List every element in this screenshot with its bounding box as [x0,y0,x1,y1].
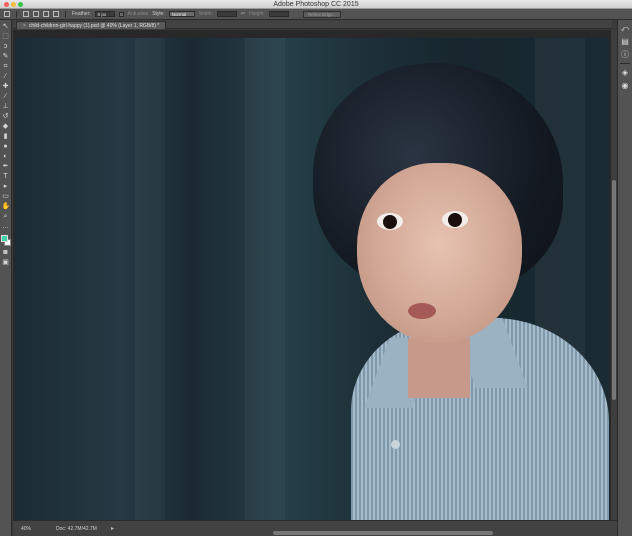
subtract-selection-icon[interactable] [43,11,49,17]
blur-tool-icon[interactable]: ● [2,143,10,151]
info-panel-icon[interactable]: ⓘ [621,50,630,59]
move-tool-icon[interactable]: ↖ [2,23,10,31]
eraser-tool-icon[interactable]: ◆ [2,123,10,131]
style-select[interactable]: Normal [168,11,195,17]
new-selection-icon[interactable] [23,11,29,17]
child-neck [408,338,470,398]
close-tab-icon[interactable]: × [23,22,26,30]
layers-panel-icon[interactable]: ◈ [621,68,630,77]
clone-stamp-icon[interactable]: ⊥ [2,103,10,111]
refine-edge-button[interactable]: Refine Edge... [302,10,342,18]
dodge-tool-icon[interactable]: ◐ [2,153,10,161]
foreground-color-swatch[interactable] [0,235,8,242]
document-tab[interactable]: × child-children-girl-happy (1).psd @ 40%… [16,21,167,30]
intersect-selection-icon[interactable] [53,11,59,17]
tools-panel: ↖ ⬚ ↄ ✎ ⌗ ⁄ ✚ ∕ ⊥ ↺ ◆ ▮ ● ◐ ✒ T ▸ ▭ ✋ ⌕ … [0,20,12,536]
hand-tool-icon[interactable]: ✋ [2,203,11,211]
zoom-tool-icon[interactable]: ⌕ [2,213,10,221]
swap-dimensions-icon[interactable]: ⇄ [241,11,245,17]
minimize-window-button[interactable] [11,2,16,7]
more-tools-icon[interactable]: … [2,223,10,231]
maximize-window-button[interactable] [18,2,23,7]
path-select-icon[interactable]: ▸ [2,183,10,191]
crop-tool-icon[interactable]: ⌗ [2,63,10,71]
child-mouth [408,303,436,319]
shirt-button [391,440,400,449]
height-label: Height: [249,11,265,17]
channels-panel-icon[interactable]: ◉ [621,81,630,90]
divider [16,10,17,18]
width-label: Width: [198,11,213,17]
panel-dock: ⤺ ▤ ⓘ ◈ ◉ [617,20,632,536]
screen-mode-icon[interactable]: ▣ [2,259,10,267]
add-selection-icon[interactable] [33,11,39,17]
options-bar: Feather: 0 px Anti-alias Style: Normal W… [0,9,632,20]
document-info: Doc: 42.7M/42.7M [56,526,97,532]
feather-input[interactable]: 0 px [94,11,115,17]
lasso-tool-icon[interactable]: ↄ [2,43,10,51]
close-window-button[interactable] [4,2,9,7]
healing-brush-icon[interactable]: ✚ [2,83,10,91]
divider [620,63,630,64]
feather-label: Feather: [72,11,91,17]
vertical-scrollbar-thumb[interactable] [612,180,616,400]
background-plank [245,38,285,520]
anti-alias-label: Anti-alias [127,11,149,17]
window-title: Adobe Photoshop CC 2015 [273,1,359,8]
child-face [357,163,522,343]
quick-mask-icon[interactable]: ◙ [2,249,10,257]
properties-panel-icon[interactable]: ▤ [621,37,630,46]
style-label: Style: [152,11,165,17]
width-input[interactable] [216,11,237,17]
gradient-tool-icon[interactable]: ▮ [2,133,10,141]
eyedropper-tool-icon[interactable]: ⁄ [2,73,10,81]
status-menu-arrow-icon[interactable]: ▸ [111,525,114,532]
child-eye-left [377,213,403,230]
marquee-tool-icon[interactable]: ⬚ [2,33,10,41]
document-image[interactable] [15,38,609,520]
horizontal-scrollbar-thumb[interactable] [273,531,493,535]
height-input[interactable] [268,11,289,17]
anti-alias-checkbox[interactable] [118,11,124,17]
tool-preset-icon[interactable] [4,11,10,17]
history-panel-icon[interactable]: ⤺ [621,24,630,33]
shape-tool-icon[interactable]: ▭ [2,193,10,201]
background-plank [135,38,165,520]
brush-tool-icon[interactable]: ∕ [2,93,10,101]
type-tool-icon[interactable]: T [2,173,10,181]
status-bar: 40% Doc: 42.7M/42.7M ▸ [13,520,617,536]
zoom-level[interactable]: 40% [21,526,31,532]
document-tab-title: child-children-girl-happy (1).psd @ 40% … [28,23,160,29]
pen-tool-icon[interactable]: ✒ [2,163,10,171]
document-tabs: × child-children-girl-happy (1).psd @ 40%… [13,20,612,29]
child-eye-right [442,211,468,228]
canvas-area[interactable] [13,30,612,520]
history-brush-icon[interactable]: ↺ [2,113,10,121]
quick-select-tool-icon[interactable]: ✎ [2,53,10,61]
divider [65,10,66,18]
window-titlebar: Adobe Photoshop CC 2015 [0,0,632,9]
color-swatches[interactable] [0,235,11,247]
